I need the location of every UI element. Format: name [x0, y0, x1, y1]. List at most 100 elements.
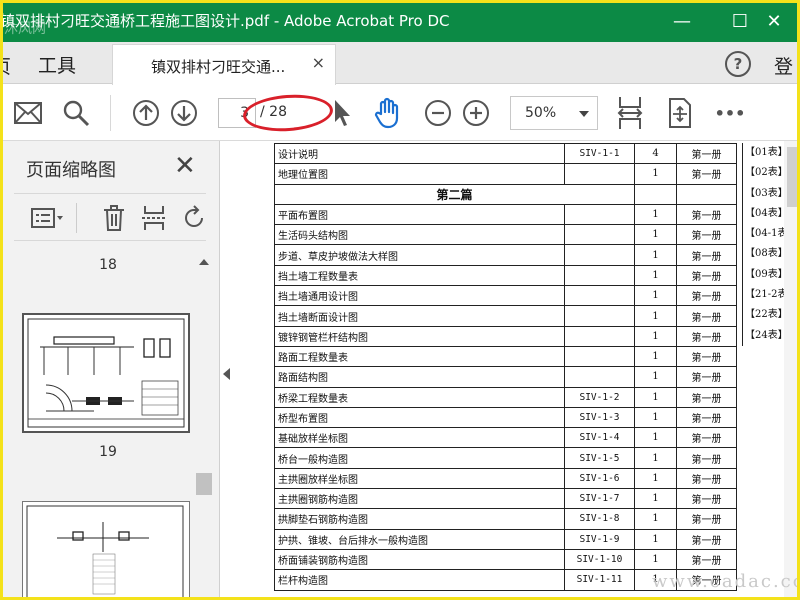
sheet-count-cell: 1: [634, 244, 677, 266]
drawing-code-cell: [564, 163, 635, 185]
prev-page-button[interactable]: [130, 97, 162, 129]
volume-cell: 第一册: [676, 366, 737, 388]
sheet-count-cell: 1: [634, 508, 677, 530]
drawing-name-cell: 桥梁工程数量表: [274, 386, 565, 408]
thumbnails-scrollbar[interactable]: [194, 255, 214, 600]
thumbnail-page-20[interactable]: [22, 501, 190, 600]
sheet-count-cell: 1: [634, 264, 677, 287]
thumbnail-drawing: [26, 505, 184, 600]
table-row: 桥型布置图 SIV-1-3 1 第一册: [274, 406, 737, 429]
chevron-down-icon: [579, 111, 589, 117]
fit-page-button[interactable]: [664, 97, 696, 129]
thumbnail-options-button[interactable]: [28, 204, 68, 232]
table-row: 主拱圈放样坐标图 SIV-1-6 1 第一册: [274, 467, 737, 490]
side-reference-item: 【24表】: [742, 325, 788, 346]
delete-pages-button[interactable]: [100, 204, 128, 232]
fit-width-button[interactable]: [614, 95, 646, 131]
table-cell: [676, 183, 737, 205]
side-reference-item: 【01表】: [742, 143, 788, 164]
drawing-code-cell: [564, 305, 635, 327]
drawing-name-cell: 护拱、锥坡、台后排水一般构造图: [274, 528, 565, 550]
sheet-count-cell: 1: [634, 305, 677, 327]
tab-close-button[interactable]: ×: [312, 53, 325, 72]
drawing-name-cell: 主拱圈放样坐标图: [274, 467, 565, 490]
table-row: 拱脚垫石钢筋构造图 SIV-1-8 1 第一册: [274, 508, 737, 530]
drawing-name-cell: 步道、草皮护坡做法大样图: [274, 244, 565, 266]
table-cell: [634, 183, 677, 205]
drawing-name-cell: 镀锌钢管栏杆结构图: [274, 325, 565, 347]
close-window-button[interactable]: ✕: [744, 0, 800, 42]
volume-cell: 第一册: [676, 224, 737, 246]
drawing-code-cell: SIV-1-6: [564, 467, 635, 490]
volume-cell: 第一册: [676, 406, 737, 429]
drawing-code-cell: SIV-1-11: [564, 569, 635, 591]
table-row: 桥面铺装钢筋构造图 SIV-1-10 1 第一册: [274, 548, 737, 571]
tab-document[interactable]: 镇双排村刁旺交通... ×: [112, 44, 336, 85]
drawing-name-cell: 基础放样坐标图: [274, 427, 565, 449]
zoom-select[interactable]: 50%: [510, 96, 598, 130]
drawing-name-cell: 主拱圈钢筋构造图: [274, 488, 565, 510]
zoom-out-button[interactable]: [422, 97, 454, 129]
select-tool-button[interactable]: [326, 97, 358, 129]
zoom-out-icon: [425, 100, 451, 126]
title-bar: 沐风网 镇双排村刁旺交通桥工程施工图设计.pdf - Adobe Acrobat…: [0, 0, 800, 42]
drawing-name-cell: 桥台一般构造图: [274, 447, 565, 469]
collapse-panel-button[interactable]: [223, 368, 230, 380]
volume-cell: 第一册: [676, 427, 737, 449]
split-pages-button[interactable]: [140, 204, 168, 232]
search-button[interactable]: [60, 97, 92, 129]
split-icon: [142, 206, 166, 230]
drawing-name-cell: 桥面铺装钢筋构造图: [274, 548, 565, 571]
table-row: 主拱圈钢筋构造图 SIV-1-7 1 第一册: [274, 488, 737, 510]
scroll-up-icon[interactable]: [199, 259, 209, 265]
table-row: 设计说明 SIV-1-1 4 第一册: [274, 142, 737, 165]
email-button[interactable]: [12, 97, 44, 129]
sheet-count-cell: 1: [634, 548, 677, 571]
section-heading: 第二篇: [274, 183, 635, 205]
side-reference-item: 【03表】: [742, 183, 788, 204]
table-row: 挡土墙断面设计图 1 第一册: [274, 305, 737, 327]
panel-title: 页面缩略图: [26, 160, 116, 181]
sign-in-button[interactable]: 登: [774, 52, 793, 79]
document-viewer[interactable]: 设计说明 SIV-1-1 4 第一册 地理位置图 1 第一册 第二篇 平面布置图 1 第一册 生活码头…: [236, 141, 800, 600]
thumbnail-label-18: 18: [99, 257, 117, 273]
panel-toolbar: [14, 193, 206, 241]
tab-home[interactable]: 页: [0, 52, 11, 79]
drawing-code-cell: SIV-1-8: [564, 508, 635, 530]
volume-cell: 第一册: [676, 285, 737, 307]
drawing-name-cell: 路面工程数量表: [274, 345, 565, 368]
next-page-button[interactable]: [168, 97, 200, 129]
volume-cell: 第一册: [676, 345, 737, 368]
sheet-count-cell: 1: [634, 386, 677, 408]
document-scrollbar[interactable]: [784, 141, 800, 600]
drawing-code-cell: SIV-1-10: [564, 548, 635, 571]
volume-cell: 第一册: [676, 447, 737, 469]
sheet-count-cell: 1: [634, 366, 677, 388]
scroll-thumb[interactable]: [787, 147, 797, 207]
volume-cell: 第一册: [676, 386, 737, 408]
drawing-code-cell: SIV-1-2: [564, 386, 635, 408]
table-row: 护拱、锥坡、台后排水一般构造图 SIV-1-9 1 第一册: [274, 528, 737, 550]
drawing-name-cell: 桥型布置图: [274, 406, 565, 429]
volume-cell: 第一册: [676, 142, 737, 165]
select-cursor-icon: [335, 100, 350, 126]
sheet-count-cell: 1: [634, 467, 677, 490]
drawing-code-cell: SIV-1-3: [564, 406, 635, 429]
side-reference-item: 【22表】: [742, 305, 788, 326]
thumbnail-page-19[interactable]: [22, 313, 190, 433]
drawing-code-cell: [564, 366, 635, 388]
volume-cell: 第一册: [676, 548, 737, 571]
tab-document-label: 镇双排村刁旺交通...: [151, 58, 286, 76]
more-tools-button[interactable]: •••: [714, 97, 746, 129]
minimize-button[interactable]: —: [652, 0, 712, 42]
drawing-code-cell: SIV-1-9: [564, 528, 635, 550]
panel-close-button[interactable]: ✕: [174, 151, 196, 181]
tab-tools[interactable]: 工具: [38, 51, 76, 78]
sheet-count-cell: 1: [634, 345, 677, 368]
table-row: 基础放样坐标图 SIV-1-4 1 第一册: [274, 427, 737, 449]
hand-tool-button[interactable]: [372, 97, 404, 129]
scroll-thumb[interactable]: [196, 473, 212, 495]
rotate-pages-button[interactable]: [182, 204, 206, 232]
zoom-in-button[interactable]: [460, 97, 492, 129]
help-button[interactable]: ?: [725, 51, 751, 77]
